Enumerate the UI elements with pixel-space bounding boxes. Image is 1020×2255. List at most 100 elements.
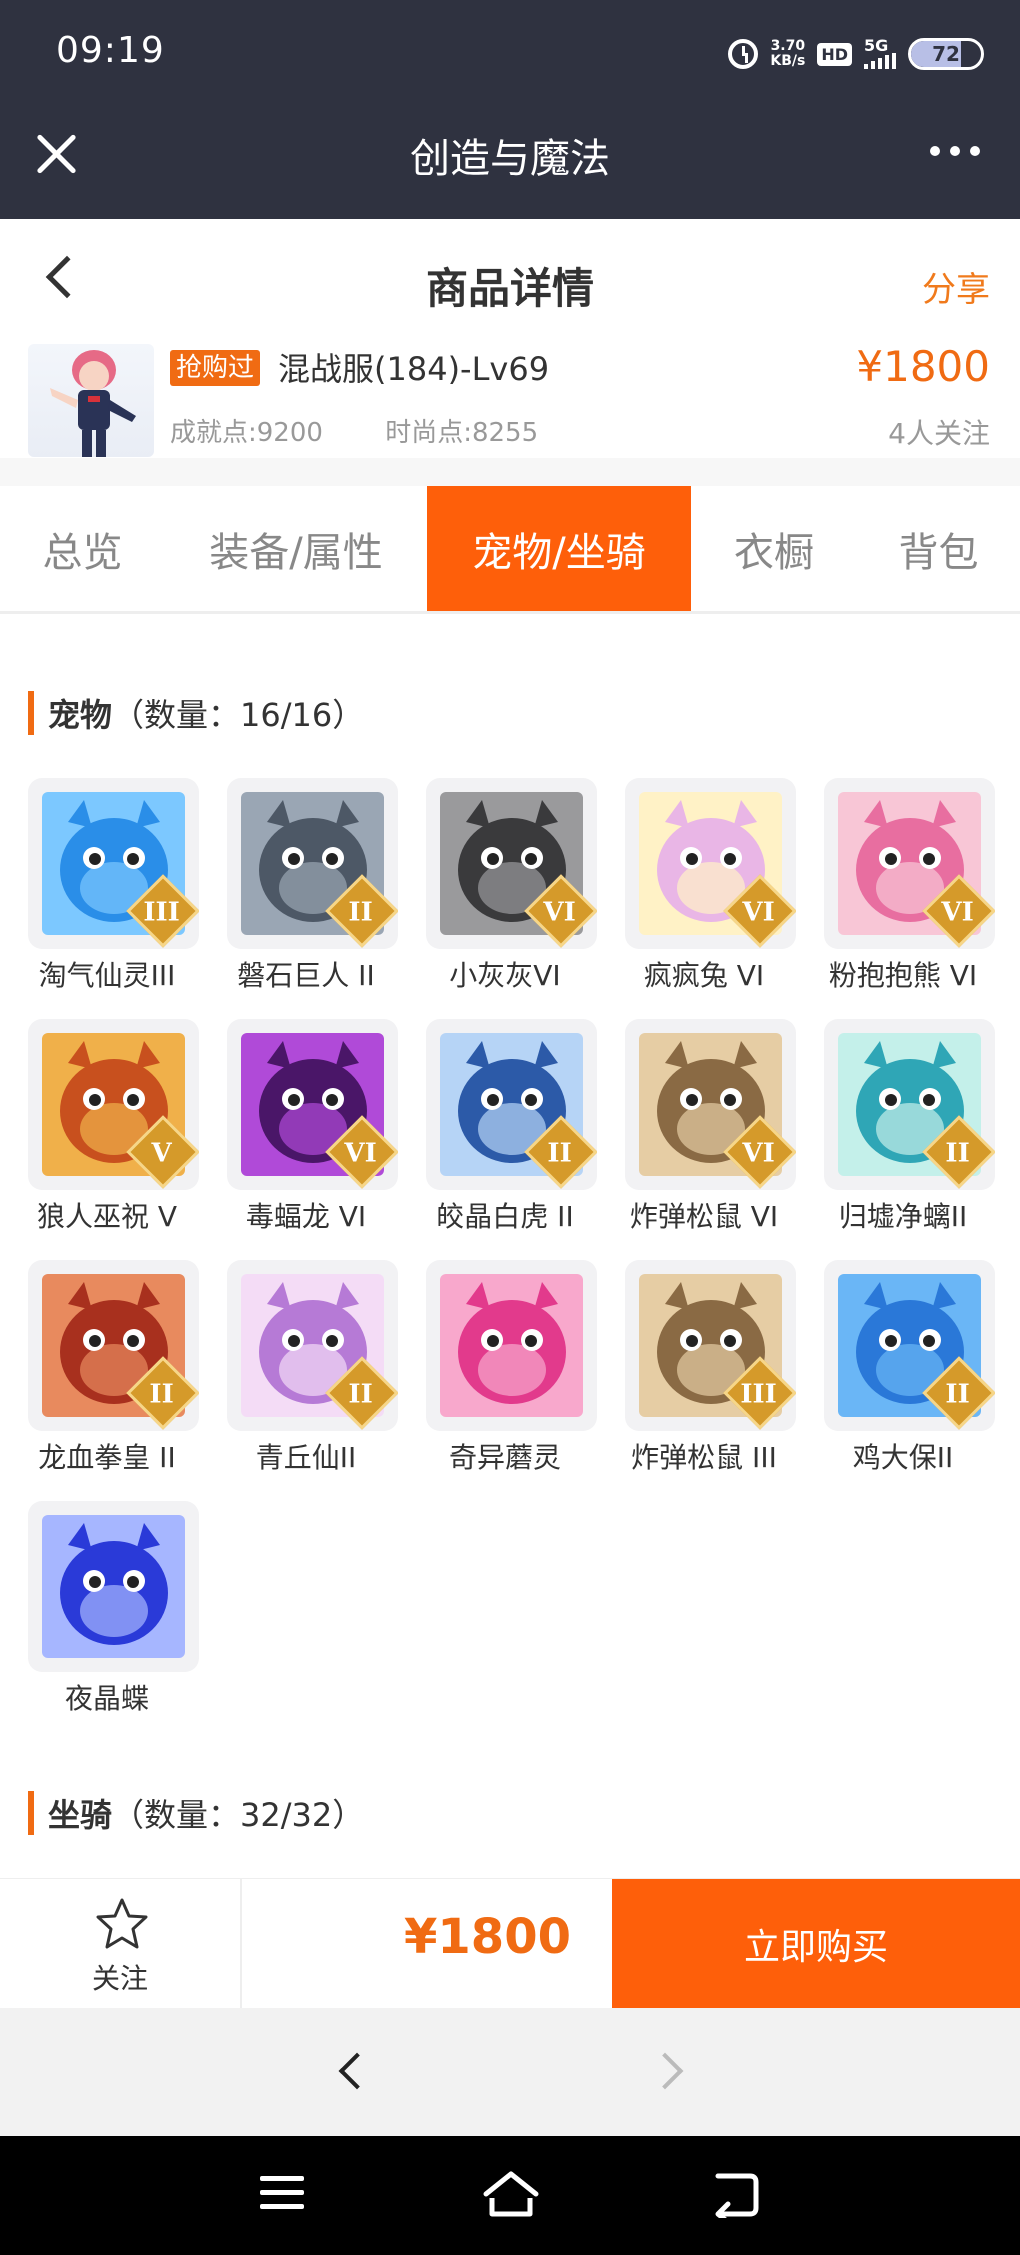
achievement-points: 成就点:9200 [170,418,323,448]
pet-item[interactable]: 奇异蘑灵 [410,1260,600,1474]
pet-item[interactable]: III 炸弹松鼠 III [609,1260,799,1474]
pets-count: （数量：16/16） [112,696,365,734]
bottom-price: ¥1800 [404,1909,571,1965]
signal-icon: 5G [864,36,896,69]
pet-image: II [227,1260,398,1431]
pet-name: 龙血拳皇 II [38,1441,176,1474]
pet-image: II [227,778,398,949]
app-top-bar: 09:19 3.70 KB/s HD 5G 72 创造与魔法 [0,0,1020,219]
rank-numeral: III [740,1379,777,1410]
tab-equipment[interactable]: 装备/属性 [165,486,427,611]
fashion-points: 时尚点:8255 [385,418,539,448]
pet-item[interactable]: II 青丘仙II [211,1260,401,1474]
return-icon[interactable] [712,2172,760,2218]
pet-item[interactable]: VI 疯疯兔 VI [609,778,799,992]
pet-name: 炸弹松鼠 III [631,1441,777,1474]
star-icon [96,1898,148,1949]
pet-name: 磐石巨人 II [237,959,375,992]
pet-image: III [625,1260,796,1431]
battery-icon: 72 [908,38,984,70]
pet-image: VI [227,1019,398,1190]
status-time: 09:19 [56,30,165,71]
pet-name: 奇异蘑灵 [448,1441,561,1474]
pet-image: V [28,1019,199,1190]
rank-numeral: III [143,897,180,928]
pet-item[interactable]: VI 炸弹松鼠 VI [609,1019,799,1233]
pet-name: 鸡大保II [852,1441,954,1474]
pet-image [426,1260,597,1431]
pets-section-title: 宠物 （数量：16/16） [28,690,364,736]
rank-numeral: VI [344,1138,377,1169]
rank-numeral: VI [742,897,775,928]
tab-wardrobe[interactable]: 衣橱 [691,486,857,611]
rank-numeral: II [348,1379,373,1410]
pet-image: II [824,1260,995,1431]
divider [0,458,1020,486]
pet-name: 夜晶蝶 [64,1682,149,1715]
rank-numeral: VI [742,1138,775,1169]
rank-numeral: VI [543,897,576,928]
pet-item[interactable]: II 皎晶白虎 II [410,1019,600,1233]
pet-image: VI [625,778,796,949]
pet-item[interactable]: III 淘气仙灵III [12,778,202,992]
share-button[interactable]: 分享 [922,262,990,311]
pet-name: 青丘仙II [255,1441,357,1474]
browser-back-icon[interactable] [338,2052,376,2090]
pet-image: II [426,1019,597,1190]
browser-nav-bar [0,2008,1020,2136]
pet-name: 炸弹松鼠 VI [629,1200,779,1233]
pet-name: 皎晶白虎 II [436,1200,574,1233]
net-speed-unit: KB/s [770,53,806,69]
app-title: 创造与魔法 [410,136,610,182]
pet-item[interactable]: II 鸡大保II [808,1260,998,1474]
menu-icon[interactable] [260,2176,304,2212]
product-price: ¥1800 [856,342,990,391]
pet-item[interactable]: VI 毒蝠龙 VI [211,1019,401,1233]
tab-overview[interactable]: 总览 [0,486,165,611]
pet-item[interactable]: II 归墟净螭II [808,1019,998,1233]
character-avatar [28,344,154,457]
more-dots-icon[interactable] [930,146,980,156]
signal-label: 5G [864,36,889,55]
pet-name: 小灰灰VI [449,959,561,992]
browser-forward-icon[interactable] [646,2052,684,2090]
system-nav-bar [0,2136,1020,2255]
pet-image: VI [824,778,995,949]
pet-item[interactable]: 夜晶蝶 [12,1501,202,1715]
pet-image: VI [625,1019,796,1190]
rank-numeral: VI [941,897,974,928]
mounts-section-title: 坐骑 （数量：32/32） [28,1790,364,1836]
follow-button[interactable]: 关注 [0,1879,242,2009]
pet-name: 狼人巫祝 V [36,1200,178,1233]
pet-image: II [824,1019,995,1190]
follower-count: 4人关注 [888,417,990,450]
pet-item[interactable]: VI 粉抱抱熊 VI [808,778,998,992]
pet-name: 毒蝠龙 VI [245,1200,367,1233]
rank-numeral: II [149,1379,174,1410]
pet-name: 淘气仙灵III [38,959,176,992]
page-title: 商品详情 [425,264,594,313]
home-icon[interactable] [482,2170,540,2220]
pet-item[interactable]: V 狼人巫祝 V [12,1019,202,1233]
pet-image: VI [426,778,597,949]
pets-title: 宠物 [48,696,113,734]
status-badge: 抢购过 [170,350,261,386]
rank-numeral: II [945,1138,970,1169]
tab-bag[interactable]: 背包 [857,486,1020,611]
pet-item[interactable]: II 龙血拳皇 II [12,1260,202,1474]
buy-now-button[interactable]: 立即购买 [612,1879,1020,2009]
rank-numeral: II [945,1379,970,1410]
follow-label: 关注 [91,1962,148,1995]
pet-image: III [28,778,199,949]
net-speed: 3.70 KB/s [770,39,805,69]
alarm-icon [728,39,759,69]
pet-item[interactable]: II 磐石巨人 II [211,778,401,992]
pet-image: II [28,1260,199,1431]
hd-icon: HD [817,42,852,66]
tab-pets-mounts[interactable]: 宠物/坐骑 [427,486,691,611]
pet-image [28,1501,199,1672]
pet-item[interactable]: VI 小灰灰VI [410,778,600,992]
section-accent-bar [28,1791,34,1835]
pet-name: 疯疯兔 VI [643,959,765,992]
detail-tabs: 总览 装备/属性 宠物/坐骑 衣橱 背包 [0,486,1020,614]
